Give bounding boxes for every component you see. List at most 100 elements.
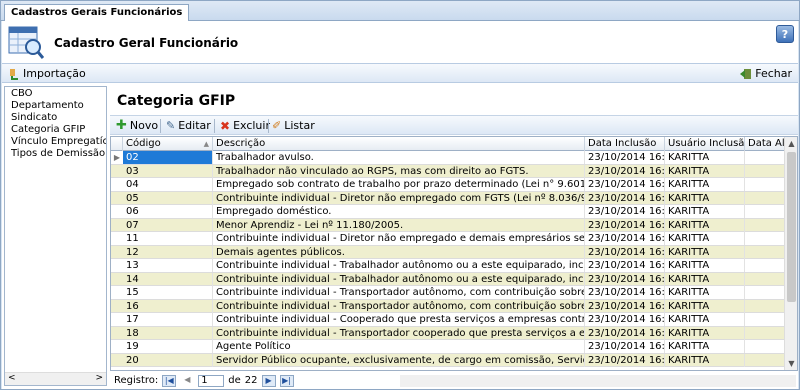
tab-cadastros-gerais[interactable]: Cadastros Gerais Funcionários xyxy=(4,4,190,22)
new-label: Novo xyxy=(129,119,159,132)
cell-date: 23/10/2014 16:5... xyxy=(585,353,665,367)
sidebar-list: CBO Departamento Sindicato Categoria GFI… xyxy=(5,87,106,160)
edit-button[interactable]: ✎ Editar xyxy=(166,118,211,134)
scroll-left-icon[interactable]: < xyxy=(8,373,16,383)
row-indicator-icon xyxy=(111,165,123,178)
cell-alt-date xyxy=(745,164,785,178)
grid-horizontal-scrollbar[interactable] xyxy=(400,375,796,387)
scroll-up-icon[interactable]: ▲ xyxy=(785,137,797,150)
table-row[interactable]: 03 Trabalhador não vinculado ao RGPS, mas… xyxy=(111,164,785,178)
cell-user: KARITTA xyxy=(665,245,745,259)
import-button[interactable]: Importação xyxy=(8,66,86,82)
previous-record-button[interactable]: ◀ xyxy=(180,375,194,387)
first-record-button[interactable]: |◀ xyxy=(162,374,177,387)
of-label: de xyxy=(228,375,241,386)
app-window: Cadastros Gerais Funcionários Cadastro G… xyxy=(0,0,800,390)
sidebar: CBO Departamento Sindicato Categoria GFI… xyxy=(4,86,107,386)
cell-user: KARITTA xyxy=(665,164,745,178)
next-record-button[interactable]: ▶ xyxy=(261,374,276,387)
sidebar-item-cbo[interactable]: CBO xyxy=(11,88,106,100)
table-row[interactable]: 05 Contribuinte individual - Diretor não … xyxy=(111,191,785,205)
last-record-button[interactable]: ▶| xyxy=(279,374,294,387)
cell-alt-date xyxy=(745,259,785,272)
cell-description: Contribuinte individual - Transportador … xyxy=(213,286,585,299)
column-header-code[interactable]: Código ▲ xyxy=(123,137,213,151)
column-header-desc[interactable]: Descrição xyxy=(213,137,585,151)
cell-user: KARITTA xyxy=(665,191,745,205)
cell-description: Contribuinte individual - Transportador … xyxy=(213,299,585,313)
table-row[interactable]: 19Agente Político23/10/2014 16:5...KARIT… xyxy=(111,340,785,354)
cell-code: 20 xyxy=(123,353,213,367)
table-row[interactable]: 20 Servidor Público ocupante, exclusivame… xyxy=(111,353,785,367)
cell-description: Servidor Público ocupante, exclusivament… xyxy=(213,353,585,367)
column-header-alt-date[interactable]: Data Alte xyxy=(745,137,785,151)
grid-rows: ▶02Trabalhador avulso.23/10/2014 16:5...… xyxy=(111,151,785,367)
edit-icon: ✎ xyxy=(166,119,176,132)
column-header-user[interactable]: Usuário Inclusão xyxy=(665,137,745,151)
main-panel: Categoria GFIP ✚ Novo ✎ Editar ✖ Excluir xyxy=(110,86,798,389)
sidebar-item-tipos-demissao[interactable]: Tipos de Demissão xyxy=(11,148,106,160)
scroll-right-icon[interactable]: > xyxy=(95,373,103,383)
sidebar-item-sindicato[interactable]: Sindicato xyxy=(11,112,106,124)
table-row[interactable]: 13 Contribuinte individual - Trabalhador … xyxy=(111,259,785,273)
cell-user: KARITTA xyxy=(665,313,745,326)
table-row[interactable]: 06Empregado doméstico.23/10/2014 16:5...… xyxy=(111,205,785,219)
row-indicator-icon xyxy=(111,340,123,353)
cell-alt-date xyxy=(745,272,785,286)
plus-icon: ✚ xyxy=(116,118,127,133)
table-row[interactable]: 04 Empregado sob contrato de trabalho por… xyxy=(111,178,785,192)
row-indicator-icon xyxy=(111,273,123,286)
cell-alt-date xyxy=(745,353,785,367)
new-button[interactable]: ✚ Novo xyxy=(116,118,158,134)
page-title: Cadastro Geral Funcionário xyxy=(54,36,239,50)
cell-code: 11 xyxy=(123,232,213,245)
row-indicator-header xyxy=(111,137,123,151)
cell-date: 23/10/2014 16:5... xyxy=(585,218,665,232)
table-row[interactable]: 12 Demais agentes públicos. 23/10/2014 16:… xyxy=(111,245,785,259)
cell-alt-date xyxy=(745,313,785,326)
cell-description: Contribuinte individual - Trabalhador au… xyxy=(213,259,585,272)
grid-vertical-scrollbar[interactable]: ▲ ▼ xyxy=(784,137,797,370)
close-button[interactable]: Fechar xyxy=(739,66,792,82)
column-header-date[interactable]: Data Inclusão xyxy=(585,137,665,151)
table-row[interactable]: 14 Contribuinte individual - Trabalhador … xyxy=(111,272,785,286)
toolbar-separator xyxy=(160,119,161,133)
cell-description: Agente Político xyxy=(213,340,585,353)
help-button[interactable]: ? xyxy=(776,25,794,43)
table-row[interactable]: 18 Contribuinte individual - Transportado… xyxy=(111,326,785,340)
delete-x-icon: ✖ xyxy=(220,119,231,133)
table-row[interactable]: 15 Contribuinte individual - Transportado… xyxy=(111,286,785,300)
cell-code: 13 xyxy=(123,259,213,272)
cell-user: KARITTA xyxy=(665,299,745,313)
table-row[interactable]: 11 Contribuinte individual - Diretor não … xyxy=(111,232,785,246)
cell-description: Empregado sob contrato de trabalho por p… xyxy=(213,178,585,191)
sidebar-item-vinculo-empregaticio[interactable]: Vínculo Empregatício xyxy=(11,136,106,148)
cell-alt-date xyxy=(745,340,785,353)
table-row[interactable]: 17 Contribuinte individual - Cooperado qu… xyxy=(111,313,785,327)
table-row[interactable]: ▶02Trabalhador avulso.23/10/2014 16:5...… xyxy=(111,151,785,165)
data-grid: Código ▲ Descrição Data Inclusão Usuário… xyxy=(110,136,798,371)
cell-code: 16 xyxy=(123,299,213,313)
cell-date: 23/10/2014 16:5... xyxy=(585,245,665,259)
row-indicator-icon: ▶ xyxy=(113,153,121,162)
cell-date: 23/10/2014 16:5... xyxy=(585,178,665,191)
sidebar-horizontal-scrollbar[interactable]: < > xyxy=(5,372,106,385)
scroll-thumb[interactable] xyxy=(787,152,796,302)
sidebar-item-departamento[interactable]: Departamento xyxy=(11,100,106,112)
cell-alt-date xyxy=(745,326,785,340)
current-record-input[interactable]: 1 xyxy=(198,374,225,387)
row-indicator-icon xyxy=(111,327,123,340)
cell-date: 23/10/2014 16:5... xyxy=(585,259,665,272)
row-indicator-icon xyxy=(111,205,123,218)
navigator-label: Registro: xyxy=(114,375,159,386)
cell-user: KARITTA xyxy=(665,272,745,286)
cell-code: 02 xyxy=(123,151,213,164)
table-row[interactable]: 07 Menor Aprendiz - Lei nº 11.180/2005. 23… xyxy=(111,218,785,232)
sidebar-item-categoria-gfip[interactable]: Categoria GFIP xyxy=(11,124,106,136)
delete-button[interactable]: ✖ Excluir xyxy=(220,118,270,134)
row-indicator-icon xyxy=(111,219,123,232)
table-row[interactable]: 16 Contribuinte individual - Transportado… xyxy=(111,299,785,313)
row-indicator-icon xyxy=(111,313,123,326)
scroll-down-icon[interactable]: ▼ xyxy=(785,357,797,370)
list-button[interactable]: ✐ Listar xyxy=(272,118,315,134)
